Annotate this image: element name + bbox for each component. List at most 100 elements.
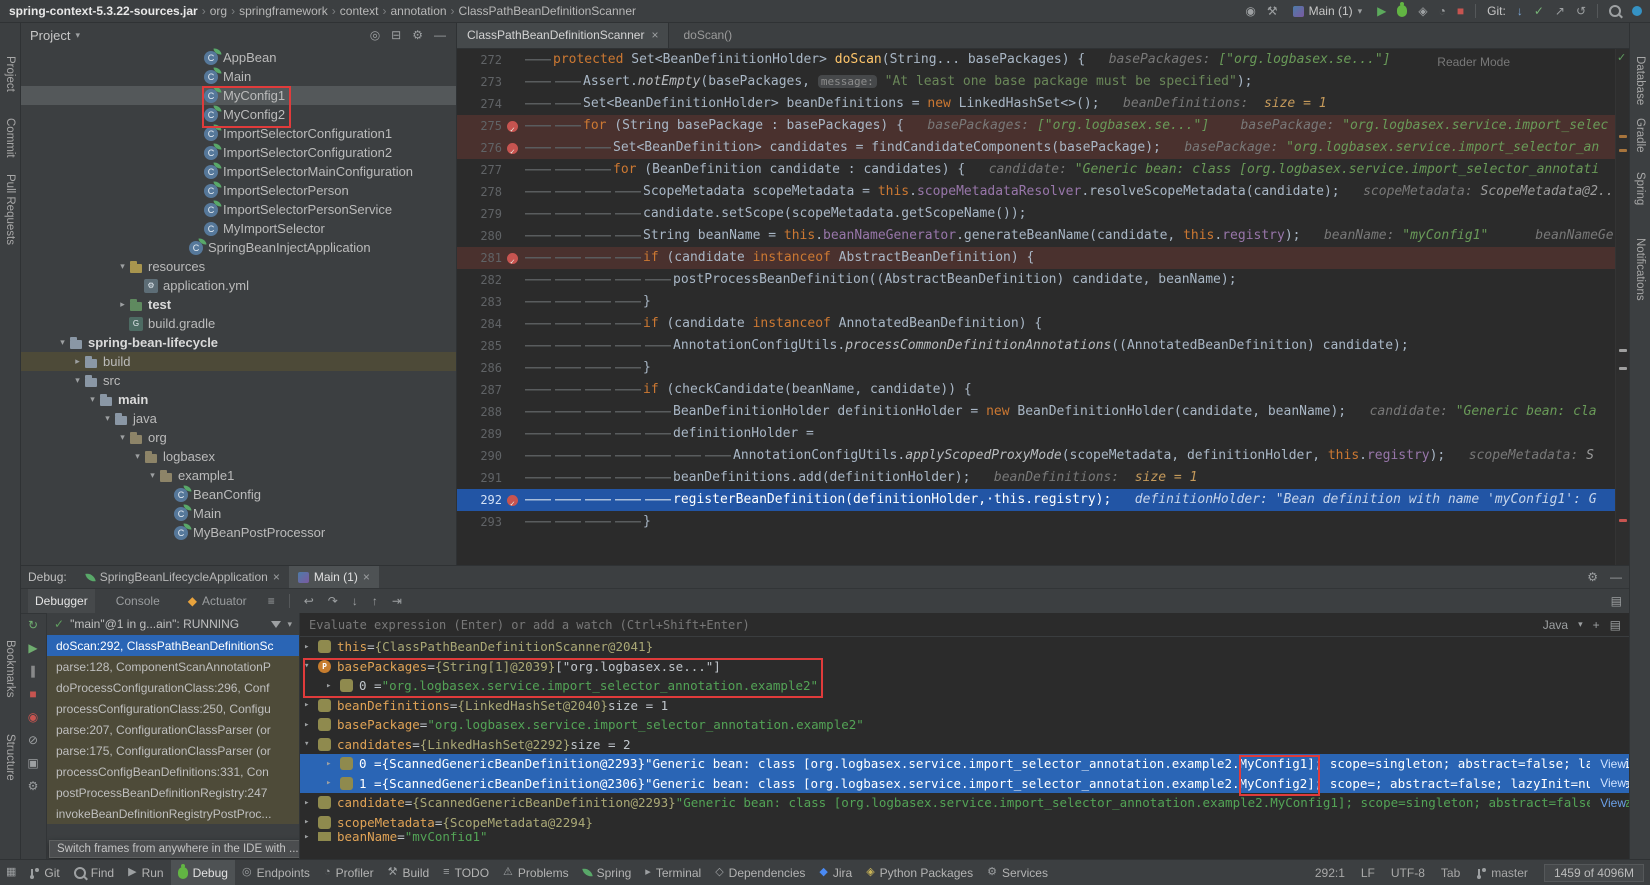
chevron-down-icon[interactable]: ▾ [71, 375, 84, 386]
variable-row[interactable]: ▸candidate = {ScannedGenericBeanDefiniti… [300, 793, 1630, 813]
code-line[interactable]: 277for (BeanDefinition candidate : candi… [457, 159, 1616, 181]
close-icon[interactable]: × [651, 28, 658, 42]
status-indicator[interactable]: UTF-8 [1391, 866, 1425, 880]
tree-item-springbeaninjectapplication[interactable]: CSpringBeanInjectApplication [20, 238, 456, 257]
frame-row[interactable]: doProcessConfigurationClass:296, Conf [47, 677, 299, 698]
variable-row[interactable]: ▾candidates = {LinkedHashSet@2292} size … [300, 735, 1630, 755]
status-indicator[interactable]: 292:1 [1315, 866, 1345, 880]
debug-button[interactable] [1397, 5, 1407, 17]
breadcrumb-item[interactable]: org [209, 4, 228, 18]
code-line[interactable]: 283} [457, 291, 1616, 313]
variable-row[interactable]: ▸0 = "org.logbasex.service.import_select… [300, 676, 1630, 696]
chevron-down-icon[interactable]: ▾ [146, 470, 159, 481]
code-area[interactable]: 272protected Set<BeanDefinitionHolder> d… [457, 49, 1616, 565]
close-icon[interactable]: × [363, 570, 370, 584]
stop-button[interactable]: ■ [1457, 5, 1464, 17]
frame-row[interactable]: processConfigBeanDefinitions:331, Con [47, 761, 299, 782]
chevron-right-icon[interactable]: ▸ [326, 778, 340, 788]
variable-row[interactable]: ▸beanDefinitions = {LinkedHashSet@2040} … [300, 696, 1630, 716]
tree-item-build.gradle[interactable]: Gbuild.gradle [20, 314, 456, 333]
status-item-profiler[interactable]: ◔Profiler [317, 860, 381, 885]
chevron-down-icon[interactable]: ▾ [116, 432, 129, 443]
memory-indicator[interactable]: 1459 of 4096M [1544, 864, 1644, 882]
tree-item-org[interactable]: ▾org [20, 428, 456, 447]
breadcrumb-item[interactable]: context [339, 4, 380, 18]
tree-item-importselectorpersonservice[interactable]: CImportSelectorPersonService [20, 200, 456, 219]
status-item-terminal[interactable]: ▸Terminal [638, 860, 708, 885]
chevron-right-icon[interactable]: ▸ [326, 681, 340, 691]
tool-windows-icon[interactable]: ▦ [6, 867, 16, 878]
editor-breadcrumb[interactable]: doScan() [683, 28, 732, 42]
tree-item-example1[interactable]: ▾example1 [20, 466, 456, 485]
frame-row[interactable]: processConfigurationClass:250, Configu [47, 698, 299, 719]
status-item-git[interactable]: Git [22, 860, 66, 885]
settings-icon[interactable]: ⚙ [412, 29, 423, 41]
frame-row[interactable]: parse:175, ConfigurationClassParser (or [47, 740, 299, 761]
variable-row[interactable]: ▸1 = {ScannedGenericBeanDefinition@2306}… [300, 774, 1630, 794]
status-indicator[interactable]: Tab [1441, 866, 1460, 880]
collaboration-icon[interactable]: ◉ [1245, 5, 1255, 17]
status-item-run[interactable]: ▶Run [121, 860, 170, 885]
settings-button[interactable]: ⚙ [28, 780, 39, 792]
tool-stripe-notifications[interactable]: Notifications [1634, 238, 1646, 301]
tool-stripe-bookmarks[interactable]: Bookmarks [4, 640, 16, 698]
tool-stripe-pull-requests[interactable]: Pull Requests [4, 174, 16, 245]
view-link[interactable]: View [1590, 757, 1626, 771]
tree-item-test[interactable]: ▸test [20, 295, 456, 314]
code-line[interactable]: 275for (String basePackage : basePackage… [457, 115, 1616, 137]
chevron-right-icon[interactable]: ▸ [304, 720, 318, 730]
code-line[interactable]: 284if (candidate instanceof AnnotatedBea… [457, 313, 1616, 335]
tree-item-src[interactable]: ▾src [20, 371, 456, 390]
chevron-right-icon[interactable]: ▸ [304, 817, 318, 827]
view-link[interactable]: View [1590, 796, 1626, 810]
tree-item-myimportselector[interactable]: CMyImportSelector [20, 219, 456, 238]
tree-item-build[interactable]: ▸build [20, 352, 456, 371]
breadcrumb-item[interactable]: spring-context-5.3.22-sources.jar [8, 4, 199, 18]
chevron-down-icon[interactable]: ▾ [304, 739, 318, 749]
step-out-button[interactable]: ↑ [372, 595, 378, 607]
filter-icon[interactable] [271, 621, 281, 633]
coverage-button[interactable]: ◈ [1418, 5, 1427, 17]
chevron-down-icon[interactable]: ▾ [304, 661, 318, 671]
run-configuration-selector[interactable]: Main (1)▾ [1289, 4, 1367, 18]
code-line[interactable]: 288BeanDefinitionHolder definitionHolder… [457, 401, 1616, 423]
frame-row[interactable]: invokeBeanDefinitionRegistryPostProc... [47, 803, 299, 824]
chevron-down-icon[interactable]: ▾ [116, 261, 129, 272]
status-item-spring[interactable]: Spring [576, 860, 639, 885]
variable-row[interactable]: ▸this = {ClassPathBeanDefinitionScanner@… [300, 637, 1630, 657]
step-over-button[interactable]: ↷ [328, 595, 338, 607]
ide-update-icon[interactable] [1632, 6, 1642, 16]
status-item-endpoints[interactable]: ◎Endpoints [235, 860, 317, 885]
breakpoint-icon[interactable] [505, 494, 521, 507]
code-line[interactable]: 273Assert.notEmpty(basePackages, message… [457, 71, 1616, 93]
code-line[interactable]: 290AnnotationConfigUtils.applyScopedProx… [457, 445, 1616, 467]
tool-stripe-spring[interactable]: Spring [1634, 172, 1646, 205]
code-line[interactable]: 286} [457, 357, 1616, 379]
code-line[interactable]: 280String beanName = this.beanNameGenera… [457, 225, 1616, 247]
tree-item-importselectorconfiguration2[interactable]: CImportSelectorConfiguration2 [20, 143, 456, 162]
code-line[interactable]: 292registerBeanDefinition(definitionHold… [457, 489, 1616, 511]
chevron-down-icon[interactable]: ▾ [131, 451, 144, 462]
tree-item-importselectormainconfiguration[interactable]: CImportSelectorMainConfiguration [20, 162, 456, 181]
rerun-debug-button[interactable]: ↻ [28, 619, 38, 631]
code-line[interactable]: 281if (candidate instanceof AbstractBean… [457, 247, 1616, 269]
add-watch-icon[interactable]: + [1593, 619, 1600, 631]
breakpoint-icon[interactable] [505, 120, 521, 133]
tool-stripe-commit[interactable]: Commit [4, 118, 16, 158]
tree-item-main[interactable]: CMain [20, 504, 456, 523]
layout-icon[interactable]: ▤ [1610, 619, 1621, 631]
thread-row[interactable]: ✓"main"@1 in g...ain": RUNNING▾ [47, 613, 299, 635]
code-line[interactable]: 282postProcessBeanDefinition((AbstractBe… [457, 269, 1616, 291]
editor-tab[interactable]: ClassPathBeanDefinitionScanner × [457, 22, 669, 48]
profiler-button[interactable]: ◔ [1439, 5, 1446, 17]
git-branch-indicator[interactable]: master [1476, 866, 1528, 880]
project-panel-title[interactable]: Project [30, 28, 70, 43]
tree-item-logbasex[interactable]: ▾logbasex [20, 447, 456, 466]
build-hammer-icon[interactable]: ⚒ [1267, 5, 1278, 17]
status-item-jira[interactable]: ◆Jira [812, 860, 859, 885]
breakpoint-icon[interactable] [505, 142, 521, 155]
tool-stripe-project[interactable]: Project [4, 56, 16, 92]
stripe-mark[interactable] [1619, 149, 1627, 152]
variable-row[interactable]: ▾PbasePackages = {String[1]@2039} ["org.… [300, 657, 1630, 677]
code-line[interactable]: 279candidate.setScope(scopeMetadata.getS… [457, 203, 1616, 225]
